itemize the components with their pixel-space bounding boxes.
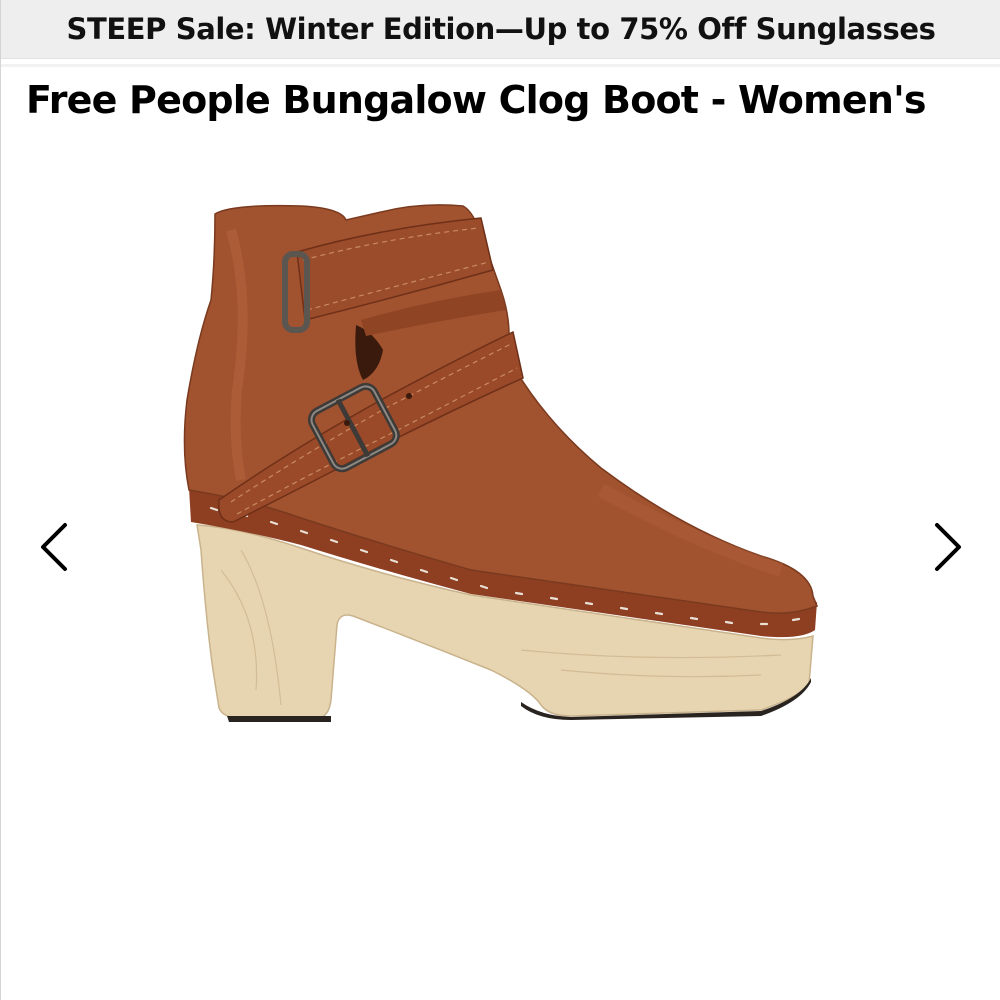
chevron-left-icon — [41, 523, 67, 571]
promo-banner-text[interactable]: STEEP Sale: Winter Edition—Up to 75% Off… — [66, 12, 935, 46]
chevron-right-icon — [935, 523, 961, 571]
previous-image-button[interactable] — [31, 517, 75, 577]
product-image-carousel[interactable] — [1, 150, 1000, 850]
header-divider — [1, 64, 1000, 67]
product-image — [183, 204, 818, 722]
heel-sole — [227, 716, 331, 722]
next-image-button[interactable] — [927, 517, 971, 577]
strap-hole — [406, 393, 412, 399]
promo-banner[interactable]: STEEP Sale: Winter Edition—Up to 75% Off… — [1, 0, 1000, 59]
strap-hole — [344, 420, 350, 426]
product-page: STEEP Sale: Winter Edition—Up to 75% Off… — [0, 0, 1000, 1000]
product-title: Free People Bungalow Clog Boot - Women's — [26, 78, 927, 122]
